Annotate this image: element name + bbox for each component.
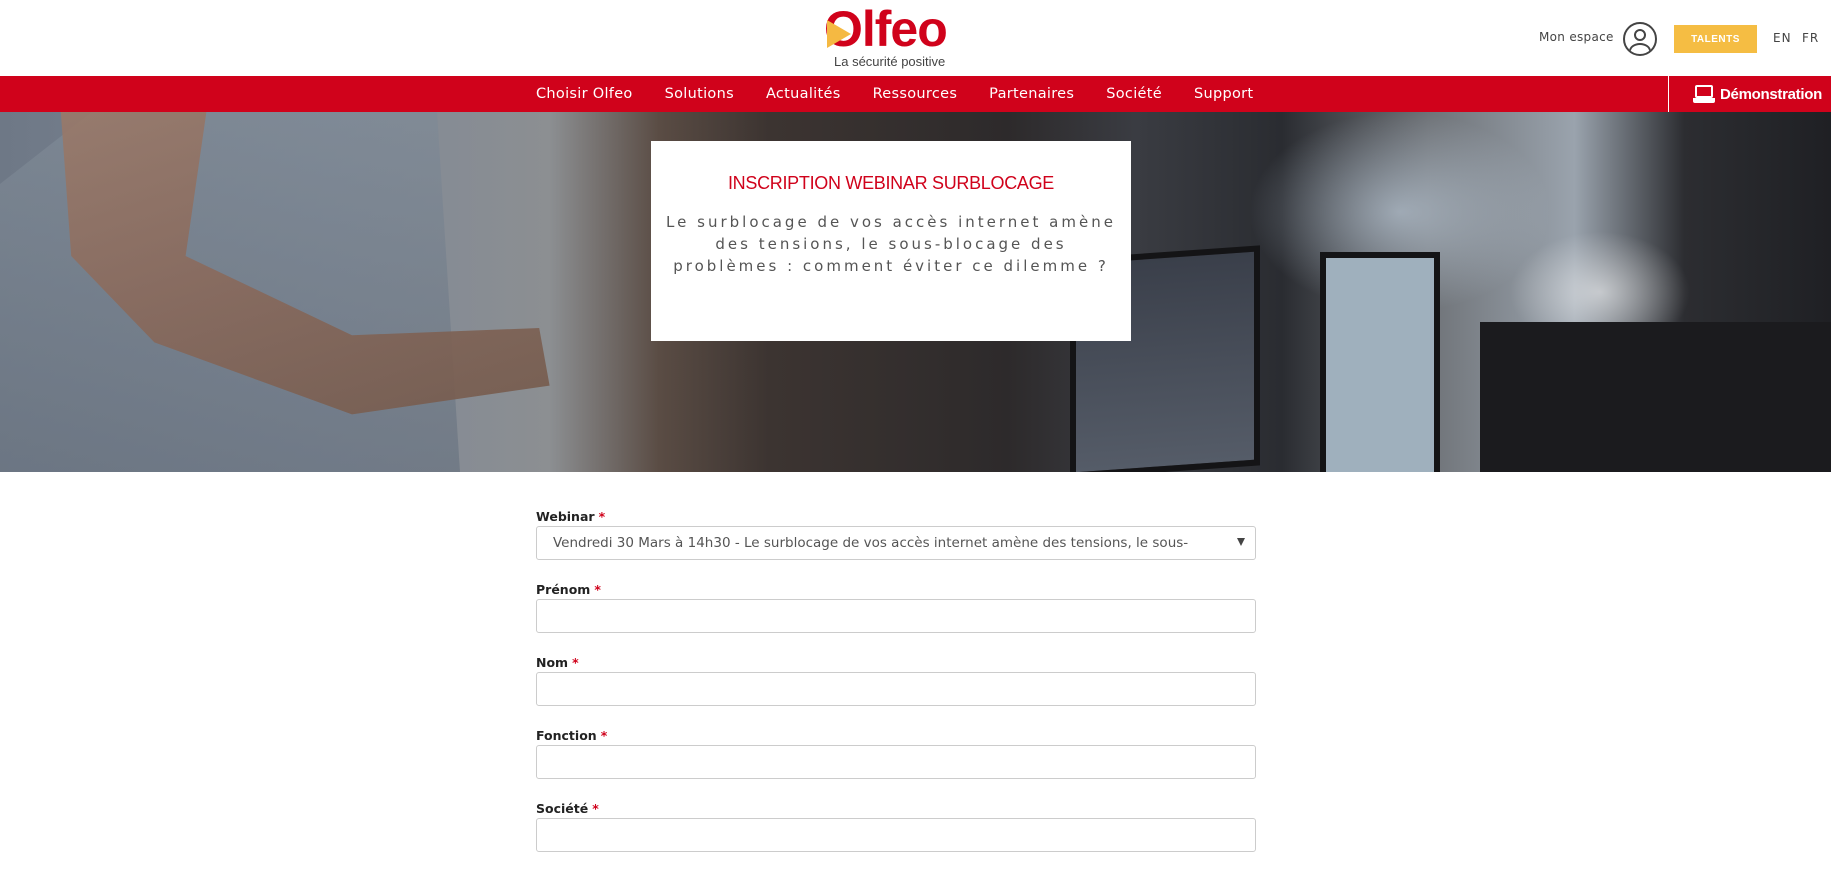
lang-fr-link[interactable]: FR [1802,31,1819,45]
required-marker: * [598,509,606,524]
hero-image-equipment [1480,322,1831,472]
societe-input[interactable] [536,818,1256,852]
field-nom: Nom * [536,654,1256,706]
nav-item-solutions[interactable]: Solutions [665,86,734,102]
nav-item-support[interactable]: Support [1194,86,1253,102]
nav-divider [1668,76,1669,112]
page-subtitle: Le surblocage de vos accès internet amèn… [666,213,1116,275]
nom-label: Nom * [536,655,579,670]
fonction-label: Fonction * [536,728,608,743]
webinar-select-value: Vendredi 30 Mars à 14h30 - Le surblocage… [553,535,1189,551]
field-fonction: Fonction * [536,727,1256,779]
webinar-label: Webinar * [536,509,606,524]
nav-item-actualites[interactable]: Actualités [766,86,841,102]
societe-label: Société * [536,801,599,816]
registration-form: Webinar * Vendredi 30 Mars à 14h30 - Le s… [536,508,1256,873]
user-icon-body [1629,43,1651,54]
page-title: INSCRIPTION WEBINAR SURBLOCAGE [727,173,1055,193]
top-header: Olfeo La sécurité positive Mon espace TA… [0,0,1831,76]
required-marker: * [592,801,599,816]
prenom-label: Prénom * [536,582,601,597]
hero-card: INSCRIPTION WEBINAR SURBLOCAGE Le surblo… [651,141,1131,341]
nom-input[interactable] [536,672,1256,706]
required-marker: * [600,728,608,743]
nav-menu: Choisir Olfeo Solutions Actualités Resso… [536,76,1285,112]
logo-tagline: La sécurité positive [834,54,946,69]
field-societe: Société * [536,800,1256,852]
field-prenom: Prénom * [536,581,1256,633]
nav-item-partenaires[interactable]: Partenaires [989,86,1074,102]
laptop-icon [1693,85,1715,103]
fonction-input[interactable] [536,745,1256,779]
required-marker: * [572,655,579,670]
logo-play-icon [827,20,851,48]
lang-en-link[interactable]: EN [1773,31,1792,45]
nav-item-ressources[interactable]: Ressources [873,86,958,102]
talents-button[interactable]: TALENTS [1674,25,1757,53]
nav-item-societe[interactable]: Société [1106,86,1162,102]
chevron-down-icon [1237,538,1245,546]
required-marker: * [594,582,601,597]
field-webinar: Webinar * Vendredi 30 Mars à 14h30 - Le s… [536,508,1256,560]
demo-button[interactable]: Démonstration [1693,76,1822,112]
webinar-select[interactable]: Vendredi 30 Mars à 14h30 - Le surblocage… [536,526,1256,560]
nav-item-choisir-olfeo[interactable]: Choisir Olfeo [536,86,633,102]
user-icon[interactable] [1623,22,1657,56]
prenom-input[interactable] [536,599,1256,633]
hero-image-monitor-secondary [1320,252,1440,472]
account-link[interactable]: Mon espace [1539,30,1614,44]
olfeo-logo[interactable]: Olfeo La sécurité positive [824,2,959,70]
demo-label: Démonstration [1720,85,1822,103]
user-icon-head [1634,29,1646,41]
main-nav: Choisir Olfeo Solutions Actualités Resso… [0,76,1831,112]
